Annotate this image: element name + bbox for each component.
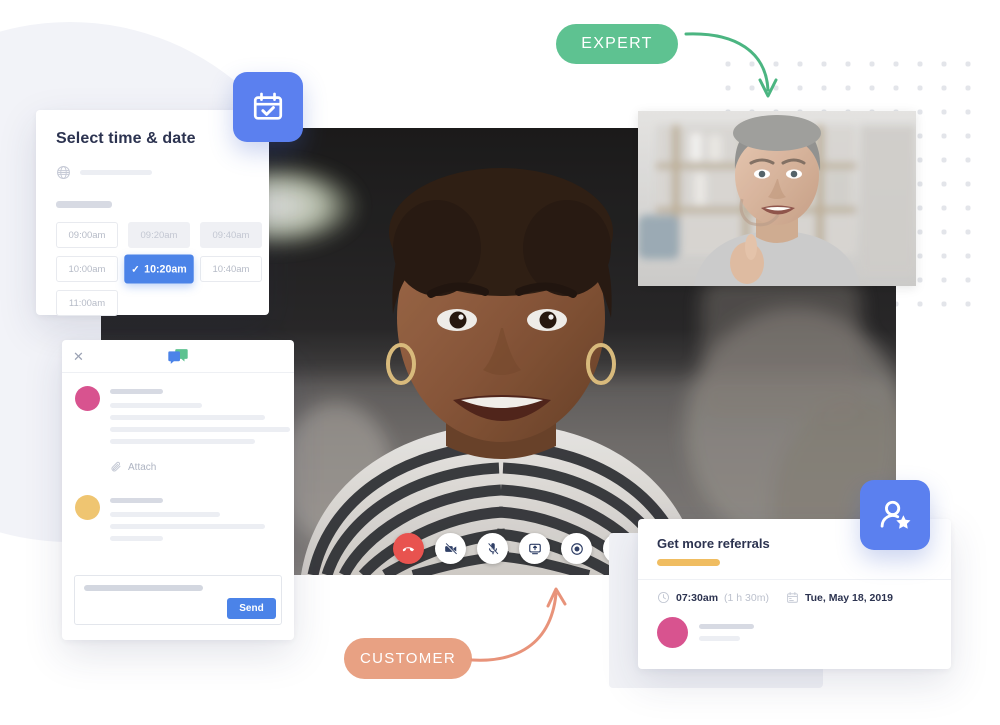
appointment-date: Tue, May 18, 2019 (804, 591, 893, 604)
time-meta: 07:30am (1 h 30m) (657, 591, 769, 604)
attach-label: Attach (128, 461, 157, 473)
paperclip-icon (111, 461, 121, 472)
camera-off-button[interactable] (435, 533, 466, 564)
time-slot-grid[interactable]: 09:00am 09:20am 09:40am 10:00am ✓ 10:20am 10:4… (56, 222, 262, 316)
day-placeholder-bar (56, 201, 112, 208)
person-star-icon (880, 500, 911, 529)
screen-share-button[interactable] (519, 533, 550, 564)
customer-arrow-icon (470, 587, 567, 662)
appointment-time: 07:30am (676, 591, 719, 604)
message-skeleton-lines (110, 386, 290, 451)
time-slot-0900am[interactable]: 09:00am (56, 222, 118, 248)
timezone-placeholder-bar (80, 170, 152, 175)
mic-off-icon (487, 542, 498, 555)
referrals-meta-row: 07:30am (1 h 30m) Tue, May 18, 2019 (638, 580, 951, 604)
expert-video-thumbnail[interactable] (638, 111, 916, 286)
camera-off-icon (444, 542, 457, 555)
appointment-duration: (1 h 30m) (724, 591, 769, 604)
time-slot-1020am[interactable]: ✓ 10:20am (124, 254, 194, 284)
time-slot-1100am[interactable]: 11:00am (56, 290, 118, 316)
record-icon (570, 542, 583, 555)
schedule-card: Select time & date 09:00am 09:20am 09:40am… (36, 110, 269, 316)
message-compose-box[interactable]: Send (74, 575, 282, 625)
hangup-button[interactable] (393, 533, 424, 564)
progress-bar (657, 559, 720, 566)
chat-panel-header: ✕ (62, 340, 294, 373)
date-meta: Tue, May 18, 2019 (786, 591, 893, 604)
attach-action[interactable]: Attach (110, 461, 294, 473)
message-skeleton-lines (110, 495, 281, 548)
person-skeleton-lines (699, 624, 754, 641)
calendar-badge[interactable] (233, 72, 303, 142)
expert-video-frame (638, 111, 916, 286)
close-icon[interactable]: ✕ (73, 350, 84, 363)
time-slot-0920am: 09:20am (128, 222, 190, 248)
avatar (75, 495, 100, 520)
referral-badge[interactable] (860, 480, 930, 550)
avatar (657, 617, 688, 648)
avatar (75, 386, 100, 411)
call-control-bar[interactable] (393, 533, 634, 564)
chat-message (62, 373, 294, 451)
globe-icon (57, 166, 70, 179)
clock-icon (658, 592, 669, 603)
calendar-icon (787, 592, 798, 603)
expert-pill[interactable]: EXPERT (556, 24, 678, 64)
time-slot-0940am: 09:40am (200, 222, 262, 248)
expert-arrow-icon (684, 32, 778, 98)
referrals-person-row (638, 604, 951, 648)
customer-pill[interactable]: CUSTOMER (344, 638, 472, 679)
calendar-check-icon (253, 92, 283, 120)
chat-panel: ✕ Attach Send (62, 340, 294, 640)
schedule-card-title: Select time & date (56, 130, 196, 147)
mic-off-button[interactable] (477, 533, 508, 564)
timezone-row[interactable] (56, 165, 249, 180)
screen-share-icon (528, 543, 541, 554)
time-slot-1040am[interactable]: 10:40am (200, 256, 262, 282)
send-button[interactable]: Send (227, 598, 276, 619)
promo-composition: Select time & date 09:00am 09:20am 09:40am… (0, 0, 1000, 725)
check-icon: ✓ (131, 262, 140, 275)
chat-bubbles-logo-icon (168, 349, 188, 364)
hangup-icon (402, 547, 415, 552)
time-slot-label: 10:20am (144, 262, 187, 276)
compose-placeholder-bar (84, 585, 203, 591)
time-slot-1000am[interactable]: 10:00am (56, 256, 118, 282)
chat-message (62, 473, 294, 548)
record-button[interactable] (561, 533, 592, 564)
